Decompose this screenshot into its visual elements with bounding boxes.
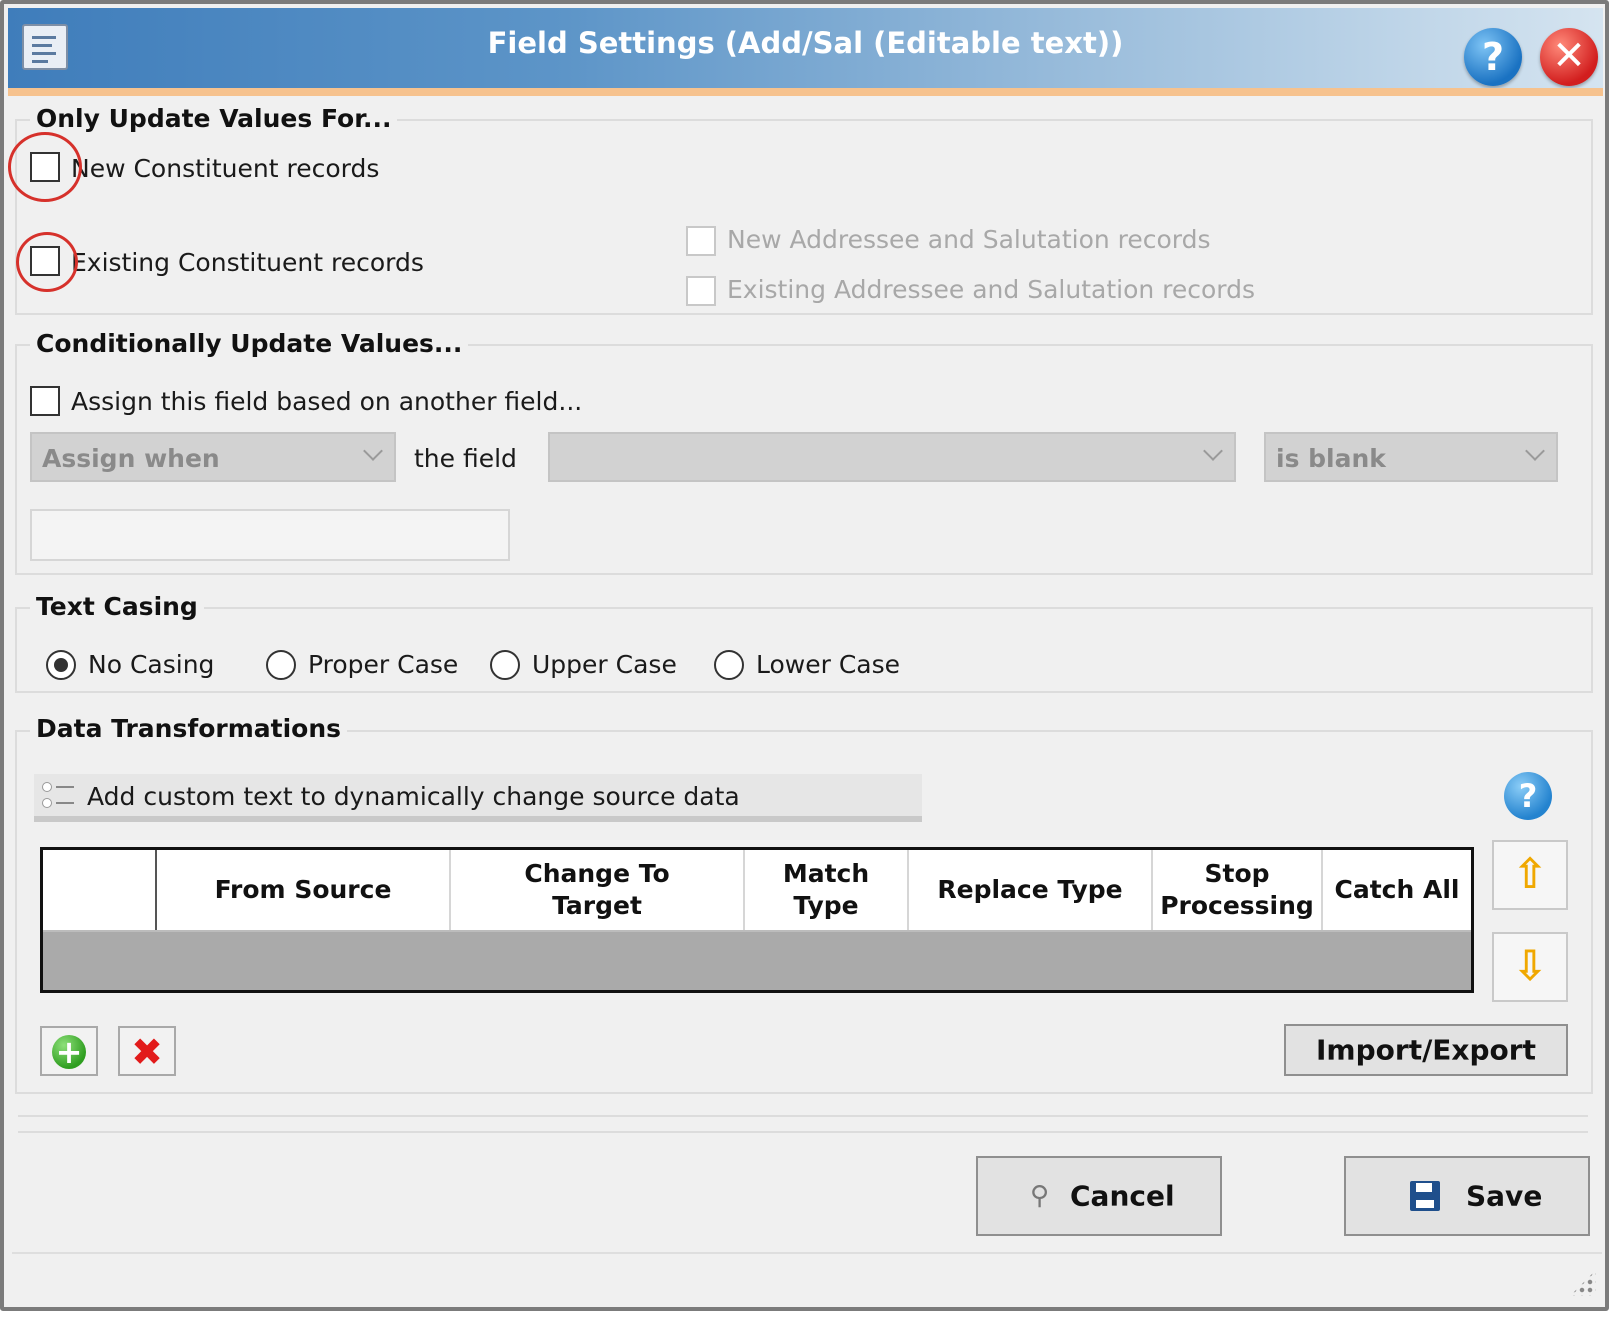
existing-constituent-label[interactable]: Existing Constituent records	[71, 248, 424, 277]
import-export-label: Import/Export	[1316, 1033, 1536, 1067]
column-replace-type[interactable]: Replace Type	[907, 850, 1151, 930]
resize-grip-icon[interactable]	[1570, 1270, 1596, 1296]
new-addressee-label[interactable]: New Addressee and Salutation records	[727, 225, 1211, 254]
title-bar[interactable]: Field Settings (Add/Sal (Editable text))…	[8, 8, 1603, 96]
help-icon[interactable]: ?	[1464, 28, 1522, 86]
chevron-down-icon	[1203, 441, 1223, 461]
separator	[12, 1252, 1602, 1254]
assign-when-value: Assign when	[42, 444, 220, 473]
grid-header-row-selector	[43, 850, 155, 930]
column-from-source[interactable]: From Source	[155, 850, 449, 930]
cancel-icon: ⚲	[1030, 1181, 1050, 1211]
field-settings-dialog: Field Settings (Add/Sal (Editable text))…	[0, 0, 1609, 1311]
field-dropdown[interactable]	[548, 432, 1236, 482]
column-catch-all[interactable]: Catch All	[1321, 850, 1471, 930]
lower-case-label[interactable]: Lower Case	[756, 650, 900, 679]
the-field-label: the field	[414, 444, 517, 473]
help-icon[interactable]: ?	[1504, 772, 1552, 820]
close-icon[interactable]: ✕	[1540, 28, 1598, 86]
delete-row-button[interactable]: ✖	[118, 1026, 176, 1076]
new-addressee-checkbox[interactable]	[686, 226, 716, 256]
conditional-legend: Conditionally Update Values...	[30, 329, 469, 358]
move-up-button[interactable]: ⇧	[1492, 840, 1568, 910]
grid-header: From Source Change To Target Match Type …	[43, 850, 1471, 932]
cancel-button[interactable]: ⚲ Cancel	[976, 1156, 1222, 1236]
separator	[18, 1131, 1588, 1133]
condition-value: is blank	[1276, 444, 1386, 473]
assign-based-checkbox[interactable]	[30, 386, 60, 416]
delete-icon: ✖	[131, 1030, 163, 1074]
annotation-circle	[8, 132, 82, 202]
annotation-circle	[16, 232, 78, 292]
data-transformations-legend: Data Transformations	[30, 714, 348, 743]
add-custom-text-toolbar[interactable]: Add custom text to dynamically change so…	[34, 774, 922, 822]
cancel-label: Cancel	[1070, 1179, 1175, 1213]
text-casing-legend: Text Casing	[30, 592, 204, 621]
condition-dropdown[interactable]: is blank	[1264, 432, 1558, 482]
save-button[interactable]: Save	[1344, 1156, 1590, 1236]
column-stop-processing[interactable]: Stop Processing	[1151, 850, 1321, 930]
transformations-grid[interactable]: From Source Change To Target Match Type …	[40, 847, 1474, 993]
add-custom-text-label: Add custom text to dynamically change so…	[87, 782, 740, 811]
condition-value-input[interactable]	[30, 509, 510, 561]
arrow-up-icon: ⇧	[1512, 849, 1548, 898]
dialog-title: Field Settings (Add/Sal (Editable text))	[487, 26, 1124, 60]
separator	[18, 1115, 1588, 1117]
floppy-disk-icon	[1410, 1181, 1440, 1211]
new-constituent-label[interactable]: New Constituent records	[71, 154, 379, 183]
upper-case-radio[interactable]	[490, 650, 520, 680]
no-casing-radio[interactable]	[46, 650, 76, 680]
lower-case-radio[interactable]	[714, 650, 744, 680]
chevron-down-icon	[363, 441, 383, 461]
assign-when-dropdown[interactable]: Assign when	[30, 432, 396, 482]
column-match-type[interactable]: Match Type	[743, 850, 907, 930]
assign-based-label[interactable]: Assign this field based on another field…	[71, 387, 582, 416]
no-casing-label[interactable]: No Casing	[88, 650, 214, 679]
save-label: Save	[1466, 1179, 1543, 1213]
column-change-to-target[interactable]: Change To Target	[449, 850, 743, 930]
only-update-legend: Only Update Values For...	[30, 104, 398, 133]
existing-addressee-label[interactable]: Existing Addressee and Salutation record…	[727, 275, 1255, 304]
chevron-down-icon	[1525, 441, 1545, 461]
plus-icon: +	[52, 1035, 86, 1069]
proper-case-radio[interactable]	[266, 650, 296, 680]
move-down-button[interactable]: ⇩	[1492, 932, 1568, 1002]
upper-case-label[interactable]: Upper Case	[532, 650, 677, 679]
existing-addressee-checkbox[interactable]	[686, 276, 716, 306]
proper-case-label[interactable]: Proper Case	[308, 650, 458, 679]
add-row-button[interactable]: +	[40, 1026, 98, 1076]
import-export-button[interactable]: Import/Export	[1284, 1024, 1568, 1076]
title-accent-bar	[8, 88, 1603, 96]
arrow-down-icon: ⇩	[1512, 941, 1548, 990]
list-icon	[42, 782, 76, 812]
